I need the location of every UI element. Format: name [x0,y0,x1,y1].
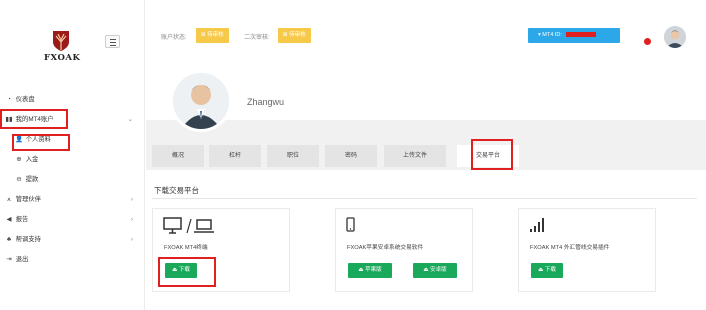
highlight-download-button [158,257,216,287]
plus-circle-icon: ⊕ [16,156,22,163]
sidebar-item-label: 帮调支持 [15,236,41,243]
sidebar-item-label: 仪表盘 [15,96,35,103]
account-status-label: 账户状态: [161,35,187,41]
person-photo-icon [173,73,229,129]
tab-leverage[interactable]: 杠杆 [209,145,261,167]
button-label: 下载 [544,267,556,273]
download-plugin-button[interactable]: ⏏ 下载 [531,263,563,278]
user-avatar[interactable] [664,26,686,48]
profile-username: Zhangwu [247,97,285,107]
logout-icon: ⇥ [6,256,12,263]
chevron-right-icon: › [130,216,133,223]
sidebar: FXOAK ◔ 仪表盘 ▮▮ 我的MT4账户 ⌄ 👤 个人资料 ⊕ 入金 ⊖ 提… [0,0,145,310]
chevron-right-icon: › [130,236,133,243]
brand-name: FXOAK [44,53,81,63]
signal-icon [529,217,547,235]
tab-overview[interactable]: 概况 [152,145,204,167]
account-status-badge: ⊠ 待审核 [196,28,229,43]
menu-toggle-button[interactable] [105,35,120,48]
chevron-down-icon: ⌄ [127,116,133,123]
second-review-badge: ⊠ 待审核 [278,28,311,43]
platform-card-plugin: FXOAK MT4 外汇管线交易插件 ⏏ 下载 [518,208,656,292]
dashboard-icon: ◔ [7,96,11,103]
second-review-label: 二次审核: [244,35,270,41]
card-title: FXOAK苹果安卓系统交易软件 [347,245,424,251]
oak-tree-icon [53,31,69,51]
sidebar-item-label: 报告 [15,216,29,223]
minus-circle-icon: ⊖ [16,176,22,183]
fxoak-logo[interactable]: FXOAK [44,30,81,70]
chevron-down-icon: ▾ [538,32,541,38]
sidebar-item-label: 提款 [25,176,39,183]
sidebar-item-deposit[interactable]: ⊕ 入金 [0,150,145,170]
download-ios-button[interactable]: ⏏ 苹果版 [348,263,392,278]
sidebar-item-label: 管理伙伴 [15,196,41,203]
sidebar-item-reports[interactable]: ◀ 报告 › [0,210,145,230]
download-icon: ⏏ [538,267,545,273]
org-icon: ⩚ [7,196,11,203]
mt4-account-dropdown[interactable]: ▾ MT4 ID: [528,28,620,43]
megaphone-icon: ◀ [6,216,12,223]
chevron-right-icon: › [130,196,133,203]
tab-upload-files[interactable]: 上传文件 [384,145,446,167]
top-bar: 账户状态: ⊠ 待审核 二次审核: ⊠ 待审核 ▾ MT4 ID: [146,0,706,72]
tab-password[interactable]: 密码 [325,145,377,167]
button-label: 苹果版 [365,267,382,273]
sidebar-item-logout[interactable]: ⇥ 退出 [0,250,145,270]
card-title: FXOAK MT4 外汇管线交易插件 [530,245,610,251]
sidebar-item-withdraw[interactable]: ⊖ 提款 [0,170,145,190]
sidebar-item-partners[interactable]: ⩚ 管理伙伴 › [0,190,145,210]
tab-position[interactable]: 职位 [267,145,319,167]
desktop-laptop-icon [163,217,215,237]
mobile-icon [346,217,356,235]
language-flag-icon[interactable] [644,38,651,45]
highlight-profile [12,134,70,151]
download-section-title: 下载交易平台 [154,186,199,195]
button-label: 安卓版 [430,267,447,273]
redacted-mt4-id [566,32,597,38]
sidebar-item-dashboard[interactable]: ◔ 仪表盘 [0,90,145,110]
support-icon: ♣ [6,236,12,243]
card-title: FXOAK MT4终端 [164,245,208,251]
platform-card-mobile: FXOAK苹果安卓系统交易软件 ⏏ 苹果版 ⏏ 安卓版 [335,208,473,292]
sidebar-item-label: 退出 [15,256,29,263]
sidebar-item-label: 入金 [25,156,39,163]
highlight-my-mt4-account [0,109,68,129]
profile-avatar [170,70,232,132]
highlight-trading-platform-tab [471,139,513,170]
person-icon [664,26,686,48]
mt4-id-label: MT4 ID: [542,32,562,38]
section-divider [152,198,697,199]
download-android-button[interactable]: ⏏ 安卓版 [413,263,457,278]
sidebar-item-support[interactable]: ♣ 帮调支持 › [0,230,145,250]
